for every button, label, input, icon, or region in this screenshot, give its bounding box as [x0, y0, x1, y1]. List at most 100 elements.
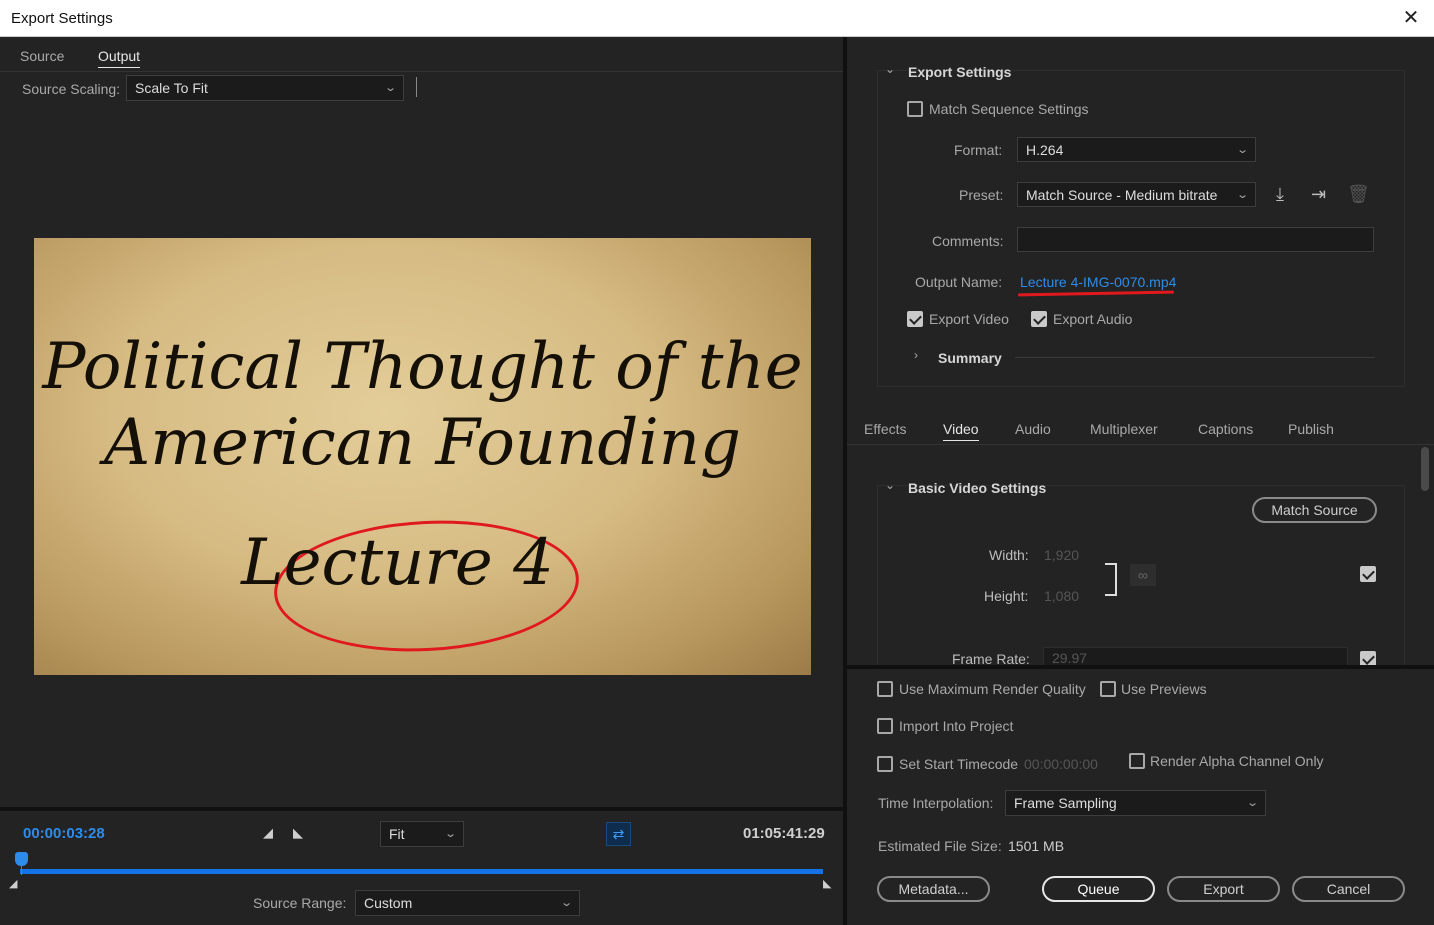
summary-divider [1015, 357, 1375, 358]
max-render-quality-checkbox[interactable] [877, 681, 893, 697]
divider [416, 77, 417, 97]
format-dropdown[interactable]: H.264 ⌄ [1017, 137, 1256, 162]
time-interpolation-label: Time Interpolation: [878, 795, 994, 811]
constrain-bracket [1105, 563, 1117, 596]
import-preset-icon[interactable]: ⇥ [1311, 184, 1326, 205]
link-icon[interactable]: ∞ [1130, 564, 1156, 586]
tab-source[interactable]: Source [20, 48, 64, 64]
set-out-point-icon[interactable]: ◣ [293, 825, 303, 841]
tab-effects[interactable]: Effects [864, 421, 907, 437]
basic-video-heading: Basic Video Settings [908, 480, 1047, 496]
zoom-value: Fit [389, 826, 405, 842]
preset-value: Match Source - Medium bitrate [1026, 187, 1218, 203]
aspect-ratio-correction-icon[interactable]: ⇄ [606, 822, 631, 846]
timeline-track[interactable] [20, 869, 823, 874]
tab-multiplexer[interactable]: Multiplexer [1090, 421, 1158, 437]
preview-subtitle: Lecture 4 [241, 526, 554, 600]
chevron-down-icon: ⌄ [443, 828, 457, 840]
start-timecode-value[interactable]: 00:00:00:00 [1024, 756, 1098, 772]
source-scaling-value: Scale To Fit [135, 80, 208, 96]
out-point-marker-icon[interactable]: ◣ [823, 877, 831, 890]
comments-label: Comments: [932, 233, 1004, 249]
source-scaling-dropdown[interactable]: Scale To Fit ⌄ [126, 75, 404, 101]
source-range-dropdown[interactable]: Custom ⌄ [355, 890, 580, 916]
chevron-down-icon: ⌄ [1235, 189, 1249, 201]
format-value: H.264 [1026, 142, 1064, 158]
zoom-dropdown[interactable]: Fit ⌄ [380, 821, 464, 847]
output-name-link[interactable]: Lecture 4-IMG-0070.mp4 [1020, 274, 1176, 290]
in-point-marker-icon[interactable]: ◢ [9, 877, 17, 890]
width-label: Width: [989, 547, 1029, 563]
render-alpha-checkbox[interactable] [1129, 753, 1145, 769]
width-value[interactable]: 1,920 [1044, 547, 1079, 563]
source-output-tabs: Source Output [0, 37, 843, 72]
match-sequence-checkbox[interactable] [907, 101, 923, 117]
current-timecode[interactable]: 00:00:03:28 [23, 825, 105, 842]
export-video-label: Export Video [929, 311, 1009, 327]
set-start-timecode-label: Set Start Timecode [899, 756, 1019, 772]
settings-tabs: Effects Video Audio Multiplexer Captions… [847, 409, 1434, 445]
height-value[interactable]: 1,080 [1044, 588, 1079, 604]
output-name-label: Output Name: [915, 274, 1003, 290]
height-label: Height: [984, 588, 1029, 604]
preset-dropdown[interactable]: Match Source - Medium bitrate ⌄ [1017, 182, 1256, 207]
window-titlebar: Export Settings ✕ [0, 0, 1434, 37]
video-preview: Political Thought of the American Foundi… [34, 238, 811, 675]
export-video-checkbox[interactable] [907, 311, 923, 327]
tab-publish[interactable]: Publish [1288, 421, 1334, 437]
match-sequence-label: Match Sequence Settings [929, 101, 1089, 117]
export-button[interactable]: Export [1167, 876, 1280, 902]
file-size-label: Estimated File Size: [878, 838, 1002, 854]
scrollbar-thumb[interactable] [1421, 447, 1429, 491]
max-render-quality-label: Use Maximum Render Quality [899, 681, 1086, 697]
bottom-divider [847, 665, 1434, 669]
import-into-project-label: Import Into Project [899, 718, 1014, 734]
time-interpolation-dropdown[interactable]: Frame Sampling ⌄ [1005, 790, 1266, 816]
set-in-point-icon[interactable]: ◢ [263, 825, 273, 841]
import-into-project-checkbox[interactable] [877, 718, 893, 734]
summary-heading[interactable]: Summary [938, 350, 1002, 366]
window-title: Export Settings [11, 10, 113, 27]
close-icon[interactable]: ✕ [1398, 5, 1424, 31]
tab-output[interactable]: Output [98, 48, 141, 68]
tab-video[interactable]: Video [943, 421, 979, 441]
tab-audio[interactable]: Audio [1015, 421, 1051, 437]
settings-panel: ⌄ Export Settings Match Sequence Setting… [847, 37, 1434, 925]
preview-title-line1: Political Thought of the [42, 330, 803, 404]
cancel-button[interactable]: Cancel [1292, 876, 1405, 902]
chevron-right-icon[interactable]: › [914, 348, 918, 362]
use-previews-label: Use Previews [1121, 681, 1207, 697]
export-audio-label: Export Audio [1053, 311, 1133, 327]
duration-timecode: 01:05:41:29 [743, 825, 825, 842]
chevron-down-icon[interactable]: ⌄ [885, 478, 895, 492]
tab-captions[interactable]: Captions [1198, 421, 1253, 437]
chevron-down-icon: ⌄ [1245, 797, 1259, 809]
delete-preset-icon[interactable]: 🗑 [1347, 184, 1370, 205]
export-audio-checkbox[interactable] [1031, 311, 1047, 327]
export-settings-heading: Export Settings [908, 64, 1012, 80]
metadata-button[interactable]: Metadata... [877, 876, 990, 902]
use-previews-checkbox[interactable] [1100, 681, 1116, 697]
timeline-divider [0, 807, 843, 811]
source-range-value: Custom [364, 895, 413, 911]
chevron-down-icon: ⌄ [1235, 144, 1249, 156]
match-source-button[interactable]: Match Source [1252, 497, 1377, 523]
format-label: Format: [954, 142, 1003, 158]
source-range-label: Source Range: [253, 895, 347, 911]
preset-label: Preset: [959, 187, 1004, 203]
preview-title-line2: American Founding [104, 406, 741, 480]
frame-rate-value: 29.97 [1052, 650, 1088, 666]
save-preset-icon[interactable]: ⤓ [1276, 184, 1284, 205]
chevron-down-icon: ⌄ [559, 897, 573, 909]
time-interpolation-value: Frame Sampling [1014, 795, 1117, 811]
playhead-icon[interactable] [15, 852, 28, 866]
set-start-timecode-checkbox[interactable] [877, 756, 893, 772]
width-height-checkbox[interactable] [1360, 566, 1376, 582]
chevron-down-icon: ⌄ [383, 82, 397, 94]
preview-panel: Source Output Source Scaling: Scale To F… [0, 37, 843, 925]
file-size-value: 1501 MB [1008, 838, 1065, 854]
comments-input[interactable] [1017, 227, 1374, 252]
queue-button[interactable]: Queue [1042, 876, 1155, 902]
chevron-down-icon[interactable]: ⌄ [885, 62, 895, 76]
source-scaling-label: Source Scaling: [22, 81, 121, 97]
